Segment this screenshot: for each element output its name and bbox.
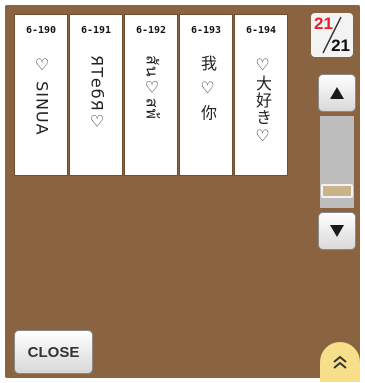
pattern-list: 6-190 ♡ SINUA 6-191 ЯТебЯ♡ 6-192 สัน♡สพ้… bbox=[14, 14, 288, 176]
pattern-preview: ♡ SINUA bbox=[23, 55, 61, 163]
total-pages: 21 bbox=[331, 36, 350, 55]
pattern-text: สัน♡สพ้ bbox=[142, 55, 162, 121]
pattern-text: ♡大好き♡ bbox=[253, 55, 272, 146]
pattern-card[interactable]: 6-190 ♡ SINUA bbox=[14, 14, 68, 176]
pattern-card[interactable]: 6-194 ♡大好き♡ bbox=[234, 14, 288, 176]
expand-button[interactable] bbox=[320, 342, 360, 382]
pattern-card[interactable]: 6-193 我 ♡ 你 bbox=[179, 14, 233, 176]
pattern-number: 6-190 bbox=[25, 25, 57, 36]
pattern-card[interactable]: 6-191 ЯТебЯ♡ bbox=[69, 14, 123, 176]
pattern-number: 6-192 bbox=[135, 25, 167, 36]
triangle-down-icon bbox=[330, 225, 344, 237]
pattern-text: 我 ♡ 你 bbox=[198, 55, 217, 122]
pattern-card[interactable]: 6-192 สัน♡สพ้ bbox=[124, 14, 178, 176]
scroll-down-button[interactable] bbox=[318, 212, 356, 250]
triangle-up-icon bbox=[330, 87, 344, 99]
pattern-preview: ♡大好き♡ bbox=[243, 55, 281, 163]
pattern-preview: 我 ♡ 你 bbox=[188, 55, 226, 163]
pattern-number: 6-194 bbox=[245, 25, 277, 36]
close-button[interactable]: CLOSE bbox=[14, 330, 93, 374]
page-indicator: 21 21 bbox=[311, 13, 353, 57]
pattern-number: 6-191 bbox=[80, 25, 112, 36]
pattern-number: 6-193 bbox=[190, 25, 222, 36]
current-page: 21 bbox=[314, 14, 333, 33]
scrollbar-thumb[interactable] bbox=[321, 184, 353, 198]
pattern-preview: สัน♡สพ้ bbox=[133, 55, 171, 163]
pattern-text: ЯТебЯ♡ bbox=[87, 55, 107, 132]
scroll-up-button[interactable] bbox=[318, 74, 356, 112]
pattern-text: ♡ SINUA bbox=[32, 55, 52, 136]
scrollbar-track[interactable] bbox=[320, 116, 354, 208]
pattern-selector-window: 6-190 ♡ SINUA 6-191 ЯТебЯ♡ 6-192 สัน♡สพ้… bbox=[0, 0, 365, 383]
double-chevron-up-icon bbox=[333, 355, 347, 369]
pattern-preview: ЯТебЯ♡ bbox=[78, 55, 116, 163]
